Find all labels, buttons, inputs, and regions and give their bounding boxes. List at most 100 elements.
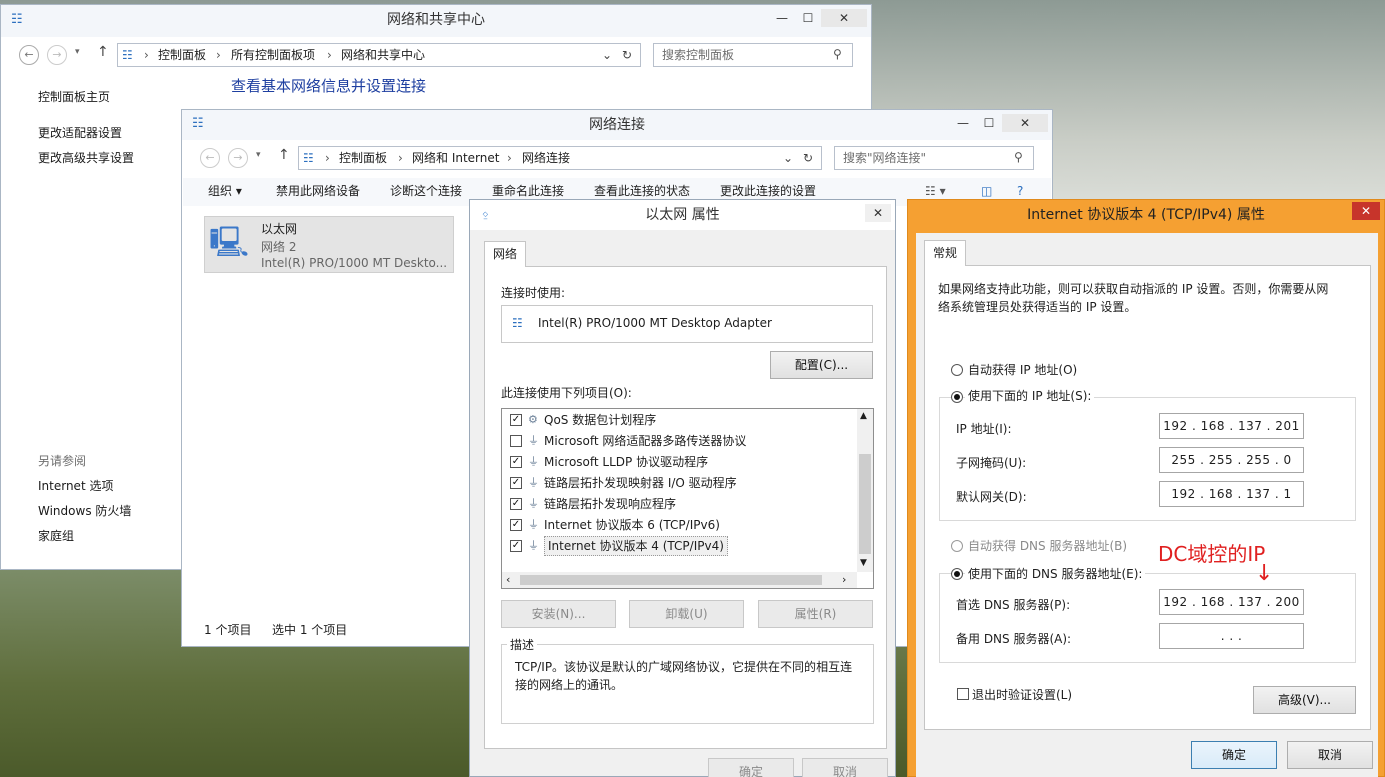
breadcrumb-item[interactable]: 网络和 Internet (412, 147, 499, 169)
control-panel-icon: ☷ (303, 151, 314, 165)
close-button[interactable]: ✕ (1002, 114, 1048, 132)
back-arrow-icon[interactable]: ← (19, 45, 39, 65)
close-button[interactable]: ✕ (865, 204, 891, 222)
refresh-icon[interactable]: ↻ (622, 44, 632, 66)
auto-ip-radio[interactable] (951, 364, 963, 376)
scroll-left-icon[interactable]: ‹ (506, 573, 510, 586)
manual-ip-radio[interactable] (951, 391, 963, 403)
item-checkbox[interactable]: ✓ (510, 477, 522, 489)
connect-using-label: 连接时使用: (501, 286, 566, 300)
adapter-tile[interactable]: 🖳 以太网 网络 2 Intel(R) PRO/1000 MT Deskto..… (204, 216, 454, 273)
search-icon[interactable]: ⚲ (1014, 150, 1023, 164)
breadcrumb-item[interactable]: 网络和共享中心 (341, 44, 425, 66)
left-pane (1, 73, 181, 569)
maximize-button[interactable]: ☐ (976, 114, 1002, 132)
item-checkbox[interactable]: ✓ (510, 540, 522, 552)
minimize-button[interactable]: — (769, 9, 795, 27)
preferred-dns-field[interactable]: 192 . 168 . 137 . 200 (1159, 589, 1304, 615)
alternate-dns-field[interactable]: . . . (1159, 623, 1304, 649)
address-bar[interactable]: ☷ › 控制面板 › 所有控制面板项 › 网络和共享中心 ⌄ ↻ (117, 43, 641, 67)
ok-button[interactable]: 确定 (1191, 741, 1277, 769)
forward-arrow-icon[interactable]: → (47, 45, 67, 65)
breadcrumb-item[interactable]: 网络连接 (522, 147, 570, 169)
scroll-down-icon[interactable]: ▼ (860, 558, 867, 568)
change-adapter-settings-link[interactable]: 更改适配器设置 (38, 124, 122, 141)
ip-address-field[interactable]: 192 . 168 . 137 . 201 (1159, 413, 1304, 439)
up-arrow-icon[interactable]: ↑ (278, 147, 290, 163)
manual-ip-label: 使用下面的 IP 地址(S): (965, 387, 1095, 404)
configure-button[interactable]: 配置(C)... (770, 351, 873, 379)
scroll-thumb[interactable] (859, 454, 871, 554)
item-label: 链路层拓扑发现映射器 I/O 驱动程序 (544, 476, 737, 490)
chevron-down-icon[interactable]: ⌄ (602, 44, 612, 66)
scroll-right-icon[interactable]: › (842, 573, 846, 586)
breadcrumb-item[interactable]: 所有控制面板项 (231, 44, 315, 66)
control-panel-home-link[interactable]: 控制面板主页 (38, 88, 110, 105)
vertical-scrollbar[interactable]: ▲ ▼ (857, 409, 873, 572)
breadcrumb-separator-icon: › (325, 151, 330, 165)
install-button[interactable]: 安装(N)... (501, 600, 616, 628)
search-input[interactable]: 搜索"网络连接" (834, 146, 1034, 170)
cancel-button[interactable]: 取消 (1287, 741, 1373, 769)
breadcrumb-item[interactable]: 控制面板 (158, 44, 206, 66)
windows-firewall-link[interactable]: Windows 防火墙 (38, 502, 131, 519)
properties-button[interactable]: 属性(R) (758, 600, 873, 628)
adapter-network: 网络 2 (261, 240, 297, 254)
internet-options-link[interactable]: Internet 选项 (38, 477, 113, 494)
dialog-title: 以太网 属性 (645, 207, 720, 223)
components-list: ✓ ⚙ QoS 数据包计划程序 ⏚ Microsoft 网络适配器多路传送器协议… (501, 408, 874, 589)
refresh-icon[interactable]: ↻ (803, 147, 813, 169)
recent-dropdown-icon[interactable]: ▾ (256, 150, 261, 160)
item-checkbox[interactable]: ✓ (510, 456, 522, 468)
item-checkbox[interactable]: ✓ (510, 414, 522, 426)
change-advanced-sharing-link[interactable]: 更改高级共享设置 (38, 149, 134, 166)
tab-panel: 连接时使用: ☷ Intel(R) PRO/1000 MT Desktop Ad… (484, 266, 887, 749)
subnet-mask-label: 子网掩码(U): (956, 456, 1027, 470)
uninstall-button[interactable]: 卸载(U) (629, 600, 744, 628)
item-checkbox[interactable]: ✓ (510, 498, 522, 510)
manual-dns-radio[interactable] (951, 568, 963, 580)
scroll-up-icon[interactable]: ▲ (860, 411, 867, 421)
tab-general[interactable]: 常规 (924, 240, 967, 266)
subnet-mask-field[interactable]: 255 . 255 . 255 . 0 (1159, 447, 1304, 473)
tab-network[interactable]: 网络 (484, 241, 527, 267)
close-button[interactable]: ✕ (821, 9, 867, 27)
breadcrumb-separator-icon: › (507, 151, 512, 165)
item-checkbox[interactable]: ✓ (510, 519, 522, 531)
horizontal-scrollbar[interactable]: ‹ › (502, 572, 857, 588)
status-selected: 选中 1 个项目 (272, 623, 348, 637)
maximize-button[interactable]: ☐ (795, 9, 821, 27)
alternate-dns-label: 备用 DNS 服务器(A): (956, 632, 1072, 646)
advanced-button[interactable]: 高级(V)... (1253, 686, 1356, 714)
default-gateway-field[interactable]: 192 . 168 . 137 . 1 (1159, 481, 1304, 507)
chevron-down-icon[interactable]: ⌄ (783, 147, 793, 169)
address-bar[interactable]: ☷ › 控制面板 › 网络和 Internet › 网络连接 ⌄ ↻ (298, 146, 822, 170)
homegroup-link[interactable]: 家庭组 (38, 527, 74, 544)
up-arrow-icon[interactable]: ↑ (97, 44, 109, 60)
validate-checkbox[interactable] (957, 688, 969, 700)
close-button[interactable]: ✕ (1352, 202, 1380, 220)
auto-ip-label: 自动获得 IP 地址(O) (968, 363, 1078, 377)
disable-device-button[interactable]: 禁用此网络设备 (276, 178, 360, 204)
breadcrumb-separator-icon: › (398, 151, 403, 165)
breadcrumb-item[interactable]: 控制面板 (339, 147, 387, 169)
ok-button[interactable]: 确定 (708, 758, 794, 777)
item-checkbox[interactable] (510, 435, 522, 447)
minimize-button[interactable]: — (950, 114, 976, 132)
network-adapter-icon: ☷ (512, 316, 523, 330)
see-also-label: 另请参阅 (38, 454, 87, 468)
back-arrow-icon[interactable]: ← (200, 148, 220, 168)
recent-dropdown-icon[interactable]: ▾ (75, 47, 80, 57)
organize-menu[interactable]: 组织 ▾ (208, 178, 242, 204)
annotation-arrow-icon: ↓ (1255, 561, 1274, 586)
auto-dns-radio[interactable] (951, 540, 963, 552)
forward-arrow-icon[interactable]: → (228, 148, 248, 168)
scroll-thumb[interactable] (520, 575, 822, 585)
items-label: 此连接使用下列项目(O): (501, 386, 632, 400)
ip-address-label: IP 地址(I): (956, 422, 1012, 436)
protocol-icon: ⏚ (528, 434, 539, 447)
diagnose-button[interactable]: 诊断这个连接 (390, 178, 462, 204)
cancel-button[interactable]: 取消 (802, 758, 888, 777)
search-input[interactable]: 搜索控制面板 (653, 43, 853, 67)
search-icon[interactable]: ⚲ (833, 47, 842, 61)
